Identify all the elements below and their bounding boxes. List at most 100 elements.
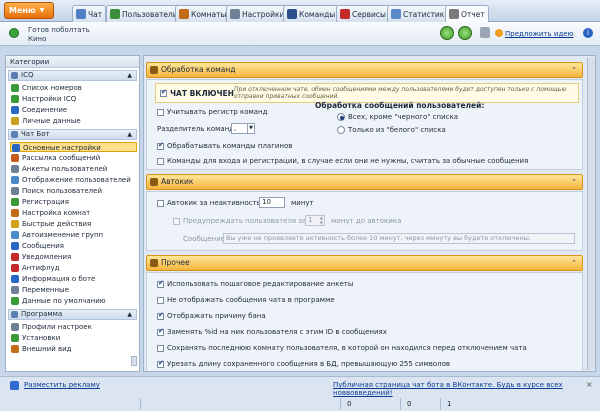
gamepad-green-icon-2[interactable] — [458, 26, 472, 40]
sidebar-item-icq-settings[interactable]: Настройки ICQ — [10, 94, 137, 104]
tab-statistics[interactable]: Статистика — [387, 5, 453, 22]
option-hide-chat-checkbox[interactable] — [157, 297, 164, 304]
radio-only-white[interactable] — [337, 126, 345, 134]
sidebar-group-program[interactable]: Программа ▲ — [8, 309, 137, 320]
plugins-checkbox[interactable] — [157, 141, 164, 150]
separator-label: Разделитель команд: — [157, 125, 237, 133]
other-section-body: Использовать пошаговое редактирование ан… — [146, 272, 583, 371]
radio-all-except-black[interactable] — [337, 113, 345, 121]
tab-report[interactable]: Отчет — [445, 5, 489, 22]
close-icon[interactable]: × — [586, 380, 593, 389]
sidebar-item-notifications[interactable]: Уведомления — [10, 252, 137, 262]
icq-flower-icon — [11, 72, 18, 79]
tab-commands[interactable]: Команды — [283, 5, 340, 22]
option-ban-reason-checkbox[interactable] — [157, 311, 164, 320]
info-icon[interactable]: i — [583, 28, 593, 38]
sidebar-item-messages[interactable]: Сообщения — [10, 241, 137, 251]
chevron-down-icon: ▼ — [247, 124, 253, 133]
variables-icon — [11, 286, 19, 294]
sidebar-item-number-list[interactable]: Список номеров — [10, 83, 137, 93]
lock-icon[interactable] — [480, 27, 490, 38]
status-bar: Готов поболтать Кино Предложить идею i — [0, 22, 600, 46]
suggest-idea-link[interactable]: Предложить идею — [505, 30, 573, 38]
chevron-up-icon: ▲ — [127, 72, 132, 79]
advertise-link[interactable]: Разместить рекламу — [24, 381, 100, 389]
warn-suffix-label: минут до автокика — [331, 217, 402, 225]
chevron-up-icon: ⌃ — [571, 178, 577, 186]
notification-icon — [11, 253, 19, 261]
menu-button[interactable]: Меню ▼ — [4, 2, 54, 19]
registration-icon — [11, 198, 19, 206]
option-hide-chat-label: Не отображать сообщения чата в программе — [167, 296, 335, 304]
mail-icon — [11, 154, 19, 162]
sidebar-scrollbar[interactable] — [131, 356, 137, 366]
sidebar-group-chatbot[interactable]: Чат Бот ▲ — [8, 129, 137, 140]
sidebar-item-default-data[interactable]: Данные по умолчанию — [10, 296, 137, 306]
tab-services[interactable]: Сервисы — [336, 5, 390, 22]
sidebar-item-connection[interactable]: Соединение — [10, 105, 137, 115]
sidebar-item-variables[interactable]: Переменные — [10, 285, 137, 295]
warn-user-checkbox[interactable] — [173, 218, 180, 225]
chart-icon — [391, 9, 401, 19]
connection-icon — [11, 106, 19, 114]
chevron-up-icon: ▲ — [127, 131, 132, 138]
sidebar-item-main-settings[interactable]: Основные настройки — [10, 142, 137, 152]
list-icon — [11, 84, 19, 92]
option-step-edit-checkbox[interactable] — [157, 279, 164, 288]
main-scrollbar[interactable] — [587, 58, 595, 370]
warn-user-label: Предупреждать пользователя за: — [183, 217, 309, 225]
sidebar-item-user-search[interactable]: Поиск пользователей — [10, 186, 137, 196]
plugins-label: Обрабатывать команды плагинов — [167, 142, 293, 150]
tab-rooms[interactable]: Комнаты — [175, 5, 231, 22]
vk-public-page-link[interactable]: Публичная страница чат бота в ВКонтакте.… — [333, 381, 600, 397]
sidebar-item-room-settings[interactable]: Настройка комнат — [10, 208, 137, 218]
separator-select[interactable]: , ▼ — [231, 123, 255, 134]
sidebar-item-appearance[interactable]: Внешний вид — [10, 344, 137, 354]
autokick-minutes-input[interactable]: 10 — [259, 197, 285, 208]
tab-chat[interactable]: Чат — [72, 5, 107, 22]
sidebar-item-user-display[interactable]: Отображение пользователей — [10, 175, 137, 185]
login-commands-checkbox[interactable] — [157, 158, 164, 165]
tab-users[interactable]: Пользователи — [106, 5, 182, 22]
message-processing-title: Обработка сообщений пользователей: — [315, 101, 485, 110]
sidebar-item-antiflood[interactable]: Антифлуд — [10, 263, 137, 273]
icq-settings-icon — [11, 95, 19, 103]
chat-enabled-label: ЧАТ ВКЛЮЧЕН — [170, 89, 234, 98]
section-header-commands[interactable]: Обработка команд ⌃ — [146, 62, 583, 78]
sidebar-group-icq[interactable]: ICQ ▲ — [8, 70, 137, 81]
personal-data-icon — [11, 117, 19, 125]
status-title[interactable]: Готов поболтать — [28, 26, 90, 34]
sidebar-item-quick-actions[interactable]: Быстрые действия — [10, 219, 137, 229]
case-sensitive-checkbox[interactable] — [157, 109, 164, 116]
sidebar-item-installations[interactable]: Установки — [10, 333, 137, 343]
sidebar-item-mailing[interactable]: Рассылка сообщений — [10, 153, 137, 163]
categories-sidebar: Категории ICQ ▲ Список номеров Настройки … — [5, 55, 140, 372]
autokick-checkbox[interactable] — [157, 200, 164, 207]
report-icon — [449, 9, 459, 19]
sidebar-item-bot-info[interactable]: Информация о боте — [10, 274, 137, 284]
section-header-autokick[interactable]: Автокик ⌃ — [146, 174, 583, 190]
status-online-icon[interactable] — [9, 28, 19, 38]
warn-message-input[interactable]: Вы уже не проявляете активность более 10… — [223, 233, 575, 244]
option-save-room-checkbox[interactable] — [157, 345, 164, 352]
gamepad-green-icon[interactable] — [440, 26, 454, 40]
autokick-icon — [150, 178, 158, 186]
option-replace-id-checkbox[interactable] — [157, 327, 164, 336]
tab-settings[interactable]: Настройки — [226, 5, 289, 22]
chat-enabled-checkbox[interactable] — [160, 88, 167, 97]
sidebar-item-personal-data[interactable]: Личные данные — [10, 116, 137, 126]
radio-all-except-black-label: Всех, кроме "черного" списка — [348, 113, 459, 121]
warn-minutes-input[interactable]: 1 ▲ ▼ — [305, 215, 325, 226]
appearance-icon — [11, 345, 19, 353]
section-header-other[interactable]: Прочее ⌃ — [146, 255, 583, 271]
login-commands-label: Команды для входа и регистрации, в случа… — [167, 157, 529, 165]
sidebar-item-registration[interactable]: Регистрация — [10, 197, 137, 207]
sidebar-item-user-profiles[interactable]: Анкеты пользователей — [10, 164, 137, 174]
option-trim-message-checkbox[interactable] — [157, 359, 164, 368]
status-segment-empty — [140, 398, 340, 410]
sidebar-item-profiles[interactable]: Профили настроек — [10, 322, 137, 332]
chat-enabled-box: ЧАТ ВКЛЮЧЕН При отключенном чате, обмен … — [155, 83, 579, 103]
option-save-room-label: Сохранять последнюю комнату пользователя… — [167, 344, 527, 352]
sidebar-item-auto-groups[interactable]: Автоизменение групп — [10, 230, 137, 240]
display-icon — [11, 176, 19, 184]
